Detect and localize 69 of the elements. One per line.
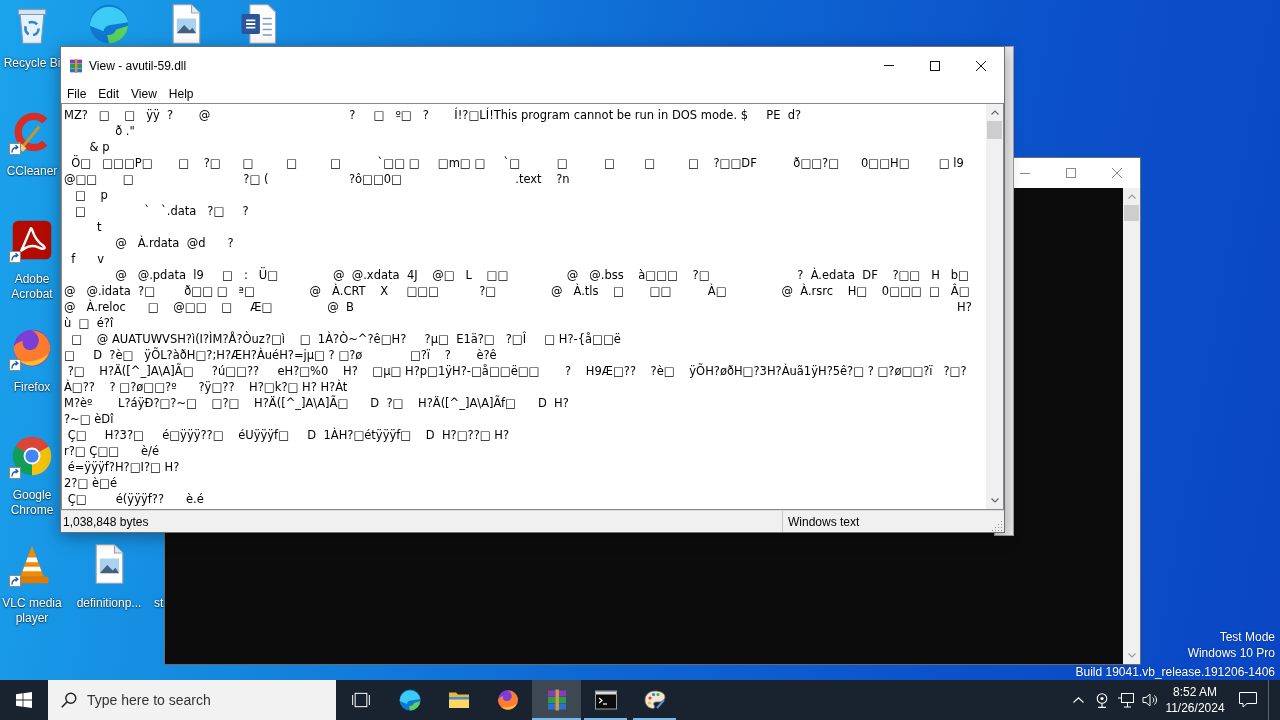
desktop-shortcut[interactable]: definitionp... [76, 542, 142, 611]
text-line: f v [70, 251, 105, 267]
desktop-shortcut[interactable]: VLC media player [0, 542, 64, 626]
text-line: @ @.pdata l9 □ : Ü□ @ @.xdata 4J @□ L □□ @ @.bss à□□□ ?□ ? À.edata DF ?□□ H b□ [114, 267, 969, 283]
text-line: Ç□ é(ÿÿÿf?? è.é [66, 491, 204, 507]
minimize-icon[interactable] [1020, 172, 1030, 174]
system-info-text: Build 19041.vb_release.191206-1406 [1075, 664, 1275, 680]
desktop-shortcut[interactable]: Firefox [10, 326, 54, 395]
desktop-shortcut[interactable]: st [154, 596, 164, 611]
scroll-thumb[interactable] [987, 121, 1002, 139]
system-info-text: Windows 10 Pro [1187, 645, 1275, 661]
status-pane: 1,038,848 bytes [61, 511, 783, 532]
text-line: @ @.idata ?□ ð□□ □ ª□ @ À.CRT X □□□ ?□ @ À.tls □ □□ À□ @ À.rsrc H□ 0□□□ □ Â□ [64, 283, 970, 299]
text-line: M?èº L?áÿÐ?□?~□ □?□ H?Ä([^_]A\A]Ã□ D ?□ H?Ä([^_]A\A]Ãf□ D H? [64, 395, 569, 411]
desktop-shortcut[interactable]: Google Chrome [0, 434, 64, 518]
text-line: @ À.rdata @d ? [114, 235, 234, 251]
desktop-shortcut[interactable]: Recycle Bi [3, 2, 61, 71]
desktop-shortcut[interactable]: Adobe Acrobat [0, 218, 64, 302]
text-line: ?~□ èDî [64, 411, 114, 427]
browser-icon[interactable] [397, 688, 422, 712]
fox-browser-icon[interactable] [495, 688, 520, 712]
pdf-reader-icon[interactable] [10, 218, 54, 262]
text-line: r?□ Ç□□ è/é [64, 443, 160, 459]
text-line: & p [88, 139, 110, 155]
terminal-icon[interactable] [593, 688, 618, 712]
maximize-icon[interactable] [930, 60, 940, 71]
text-line: □ @ AUATUWVSH?ì(I?ÌM?Å?Òuz?□ì □ 1À?Ò~^?ê□H? ?µ□ E1ä?□ ?□Î □ H?-{å□□ë [70, 331, 621, 347]
palette-icon[interactable] [642, 688, 667, 712]
text-line: MZ? □ □ ÿÿ ? @ ? □ º□ ? Í!?□LÍ!This program cannot be run in DOS mode. $ PE d? [64, 107, 802, 123]
menu-item[interactable]: View [125, 84, 163, 103]
scrollbar[interactable] [986, 104, 1003, 509]
menu-item[interactable]: File [61, 84, 93, 103]
search-field[interactable]: Type here to search [87, 689, 327, 711]
network-icon[interactable] [1118, 692, 1134, 708]
text-line: ù □ é?î [64, 315, 114, 331]
resize-grip-icon[interactable] [992, 520, 1003, 531]
scrollbar[interactable] [1123, 188, 1140, 664]
window-title: View - avutil-59.dll [89, 58, 187, 73]
text-line: é=ÿÿÿf?H?□I?□ H? [66, 459, 180, 475]
clock[interactable]: 8:52 AM 11/26/2024 [1162, 680, 1228, 720]
notification-icon[interactable] [1239, 692, 1257, 708]
text-line: Ö□ □□□P□ □ ?□ □ □ □ `□□ □ □m□ □ `□ □ □ □ □ ?□□DF ð□□?□ 0□□H□ □ l9 [70, 155, 964, 171]
text-line: Ç□ H?3?□ é□ÿÿÿ??□ éUÿÿÿf□ D 1ÀH?□étÿÿÿf□ D H?□??□ H? [66, 427, 510, 443]
text-line: À□?? ? □?ø□□?º ?ÿ□?? H?□k?□ H? H?Àt [64, 379, 348, 395]
scroll-thumb[interactable] [1124, 205, 1139, 221]
speaker-icon[interactable] [1142, 693, 1158, 707]
search-box[interactable]: Type here to search [48, 680, 336, 720]
status-pane: Windows text [787, 513, 860, 531]
webcam-icon[interactable] [1095, 692, 1109, 708]
text-line: □ D ?è□ ÿÕL?àðH□?;H?ÆH?ÀuéH?=jµ□ ? □?ø □?ï ? è?ê [64, 347, 497, 363]
windows-logo-icon[interactable] [16, 692, 32, 708]
text-line: t [95, 219, 102, 235]
system-info-text: Test Mode [1219, 629, 1275, 645]
menu-item[interactable]: Help [162, 84, 200, 103]
text-line: □ p [73, 187, 108, 203]
close-icon[interactable] [976, 60, 986, 71]
desktop-shortcut[interactable]: CCleaner [6, 110, 58, 179]
text-line: ?□ H?Ä([^_]A\A]Ã□ ?ú□□?? eH?□%0 H? □µ□ H?p□1ÿH?-□å□□ë□□ ? H9Æ□?? ?è□ ÿÕH?øðH□?3H?Àuã1ÿH?5ê?□ ? □?ø□□?ï ?□? [66, 363, 967, 379]
text-line: @ À.reloc □ @□□ □ Æ□ @ B H? [64, 299, 972, 315]
stacked-books-icon [68, 57, 84, 74]
text-line: @□□ □ ?□ ( ?ô□□0□ .text ?n [64, 171, 570, 187]
text-line: ð ." [114, 123, 135, 139]
task-view-icon[interactable] [350, 690, 371, 710]
text-line: □ ` `.data ?□ ? [73, 203, 249, 219]
chevron-down-icon[interactable] [990, 498, 999, 503]
browser-icon[interactable] [10, 434, 54, 478]
menu-item[interactable]: Edit [92, 84, 126, 103]
text-line: 2?□ è□é [64, 475, 117, 491]
search-icon [61, 692, 77, 708]
